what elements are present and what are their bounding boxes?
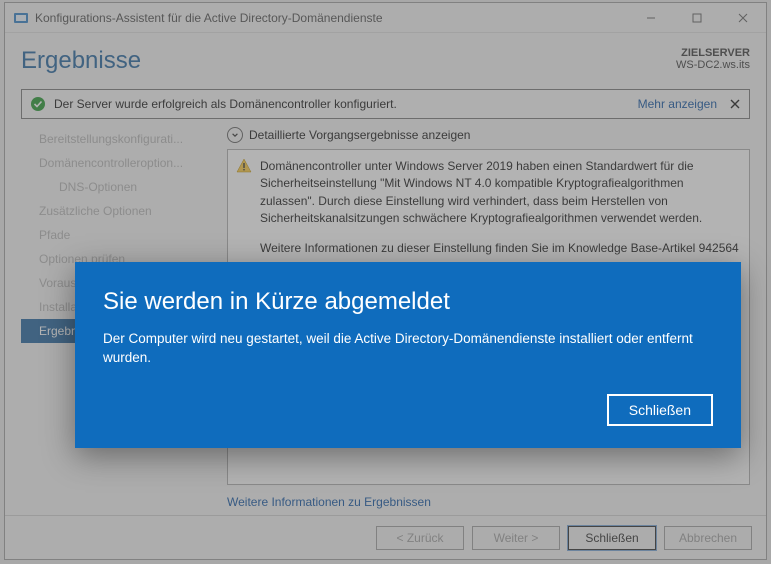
signout-modal: Sie werden in Kürze abgemeldet Der Compu… bbox=[75, 262, 741, 448]
modal-close-button[interactable]: Schließen bbox=[607, 394, 713, 426]
modal-overlay: Sie werden in Kürze abgemeldet Der Compu… bbox=[0, 0, 771, 564]
modal-title: Sie werden in Kürze abgemeldet bbox=[103, 288, 713, 316]
modal-message: Der Computer wird neu gestartet, weil di… bbox=[103, 330, 713, 368]
